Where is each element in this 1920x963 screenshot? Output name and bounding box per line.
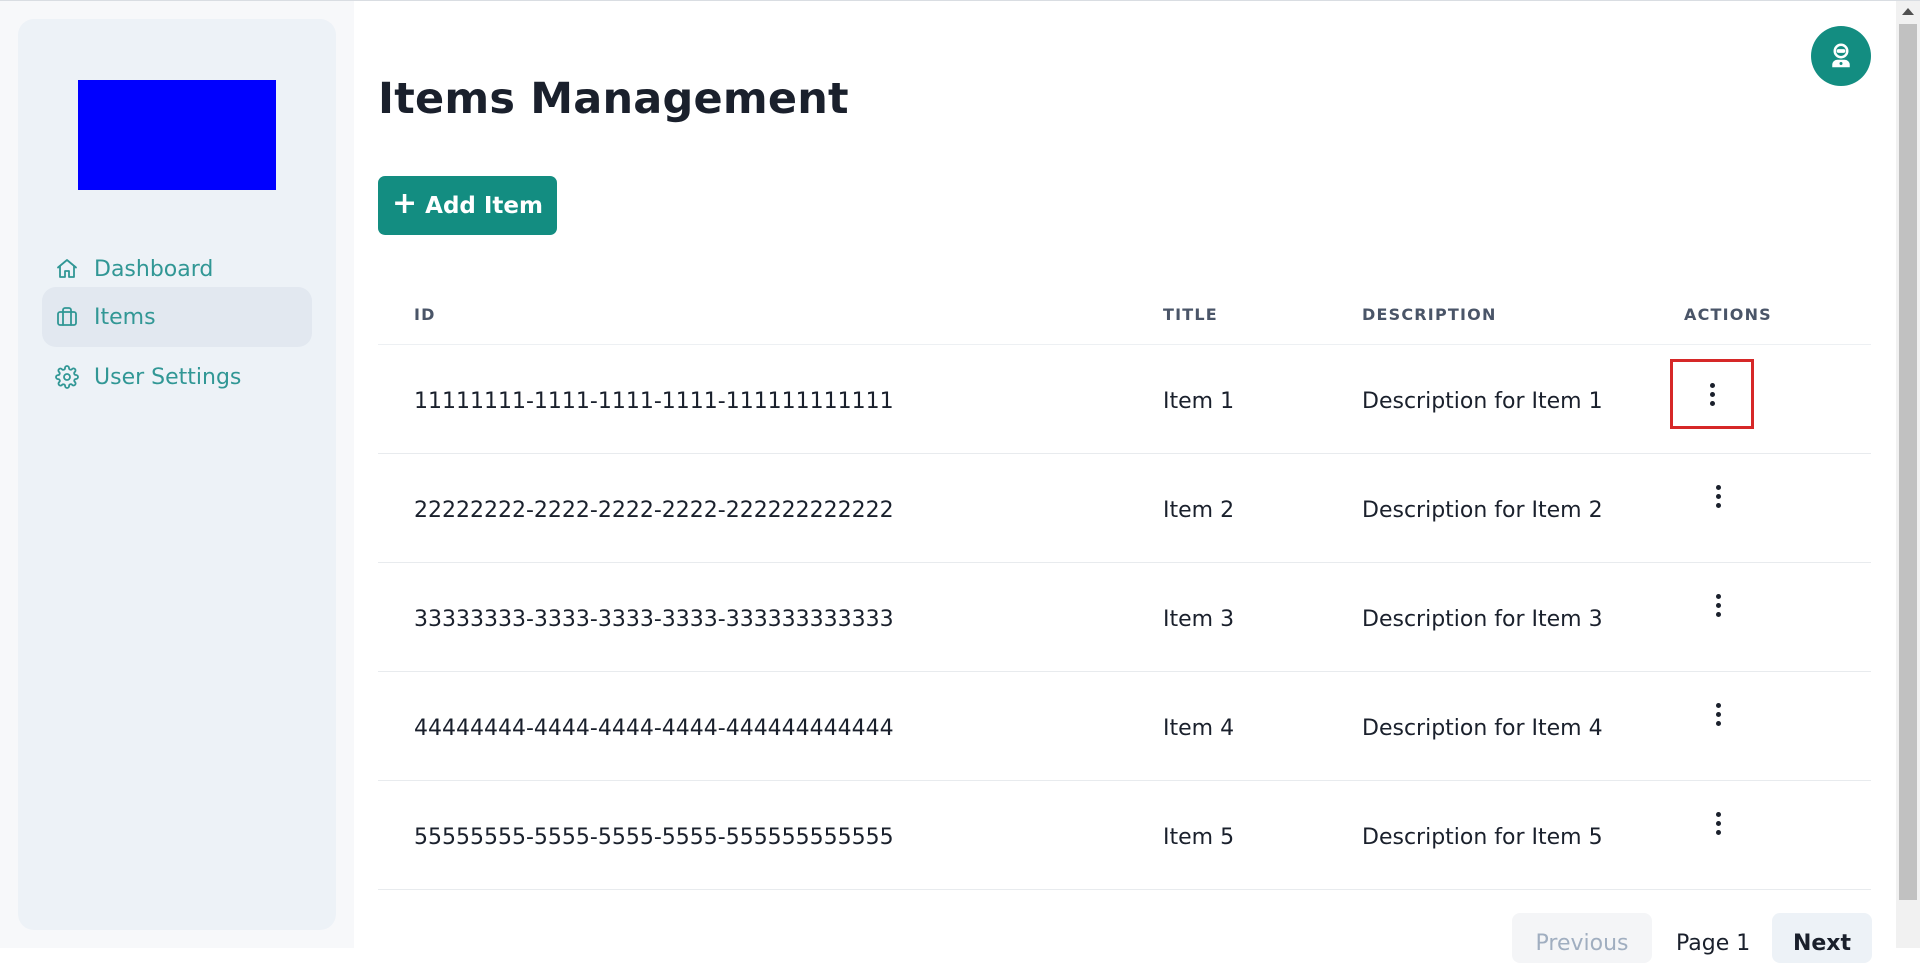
cell-id: 55555555-5555-5555-5555-555555555555 (414, 825, 894, 850)
more-vertical-icon (1709, 382, 1715, 406)
next-page-button[interactable]: Next (1772, 913, 1872, 963)
cell-description: Description for Item 4 (1362, 716, 1603, 741)
column-header-title: TITLE (1163, 305, 1218, 324)
cell-title: Item 3 (1163, 607, 1235, 632)
user-astronaut-icon (1832, 43, 1850, 68)
page-indicator: Page 1 (1676, 931, 1751, 956)
user-menu-button[interactable] (1811, 26, 1871, 86)
add-item-label: Add Item (425, 192, 543, 219)
sidebar-item-label: Dashboard (94, 256, 214, 282)
previous-page-button[interactable]: Previous (1512, 913, 1652, 963)
cell-description: Description for Item 5 (1362, 825, 1603, 850)
row-actions-menu-button[interactable] (1670, 359, 1754, 429)
column-header-id: ID (414, 305, 436, 324)
cell-title: Item 4 (1163, 716, 1235, 741)
sidebar-item-label: Items (94, 304, 156, 330)
table-row: 11111111-1111-1111-1111-111111111111 Ite… (378, 345, 1871, 454)
plus-icon: + (392, 186, 418, 221)
scroll-up-arrow-icon[interactable] (1902, 8, 1914, 15)
scrollbar-thumb[interactable] (1899, 24, 1917, 900)
sidebar-item-label: User Settings (94, 364, 242, 390)
more-vertical-icon (1715, 484, 1721, 508)
row-actions-menu-button[interactable] (1697, 472, 1739, 520)
table-header: ID TITLE DESCRIPTION ACTIONS (378, 290, 1871, 345)
row-actions-menu-button[interactable] (1697, 799, 1739, 847)
table-row: 33333333-3333-3333-3333-333333333333 Ite… (378, 563, 1871, 672)
logo (78, 80, 276, 190)
cell-title: Item 2 (1163, 498, 1235, 523)
cell-title: Item 5 (1163, 825, 1235, 850)
briefcase-icon (54, 304, 80, 330)
gear-icon (54, 364, 80, 390)
more-vertical-icon (1715, 702, 1721, 726)
row-actions-menu-button[interactable] (1697, 690, 1739, 738)
column-header-actions: ACTIONS (1684, 305, 1772, 324)
cell-description: Description for Item 3 (1362, 607, 1603, 632)
cell-title: Item 1 (1163, 389, 1235, 414)
sidebar: Dashboard Items User Settings (18, 19, 336, 930)
cell-id: 11111111-1111-1111-1111-111111111111 (414, 389, 894, 414)
sidebar-item-items[interactable]: Items (42, 287, 312, 347)
more-vertical-icon (1715, 593, 1721, 617)
more-vertical-icon (1715, 811, 1721, 835)
cell-description: Description for Item 2 (1362, 498, 1603, 523)
sidebar-item-user-settings[interactable]: User Settings (42, 347, 312, 407)
table-row: 44444444-4444-4444-4444-444444444444 Ite… (378, 672, 1871, 781)
page-title: Items Management (378, 74, 849, 124)
column-header-description: DESCRIPTION (1362, 305, 1497, 324)
row-actions-menu-button[interactable] (1697, 581, 1739, 629)
cell-id: 44444444-4444-4444-4444-444444444444 (414, 716, 894, 741)
table-row: 22222222-2222-2222-2222-222222222222 Ite… (378, 454, 1871, 563)
cell-id: 22222222-2222-2222-2222-222222222222 (414, 498, 894, 523)
table-row: 55555555-5555-5555-5555-555555555555 Ite… (378, 781, 1871, 890)
items-table: ID TITLE DESCRIPTION ACTIONS 11111111-11… (378, 290, 1871, 890)
cell-description: Description for Item 1 (1362, 389, 1603, 414)
home-icon (54, 256, 80, 282)
cell-id: 33333333-3333-3333-3333-333333333333 (414, 607, 894, 632)
add-item-button[interactable]: + Add Item (378, 176, 557, 235)
